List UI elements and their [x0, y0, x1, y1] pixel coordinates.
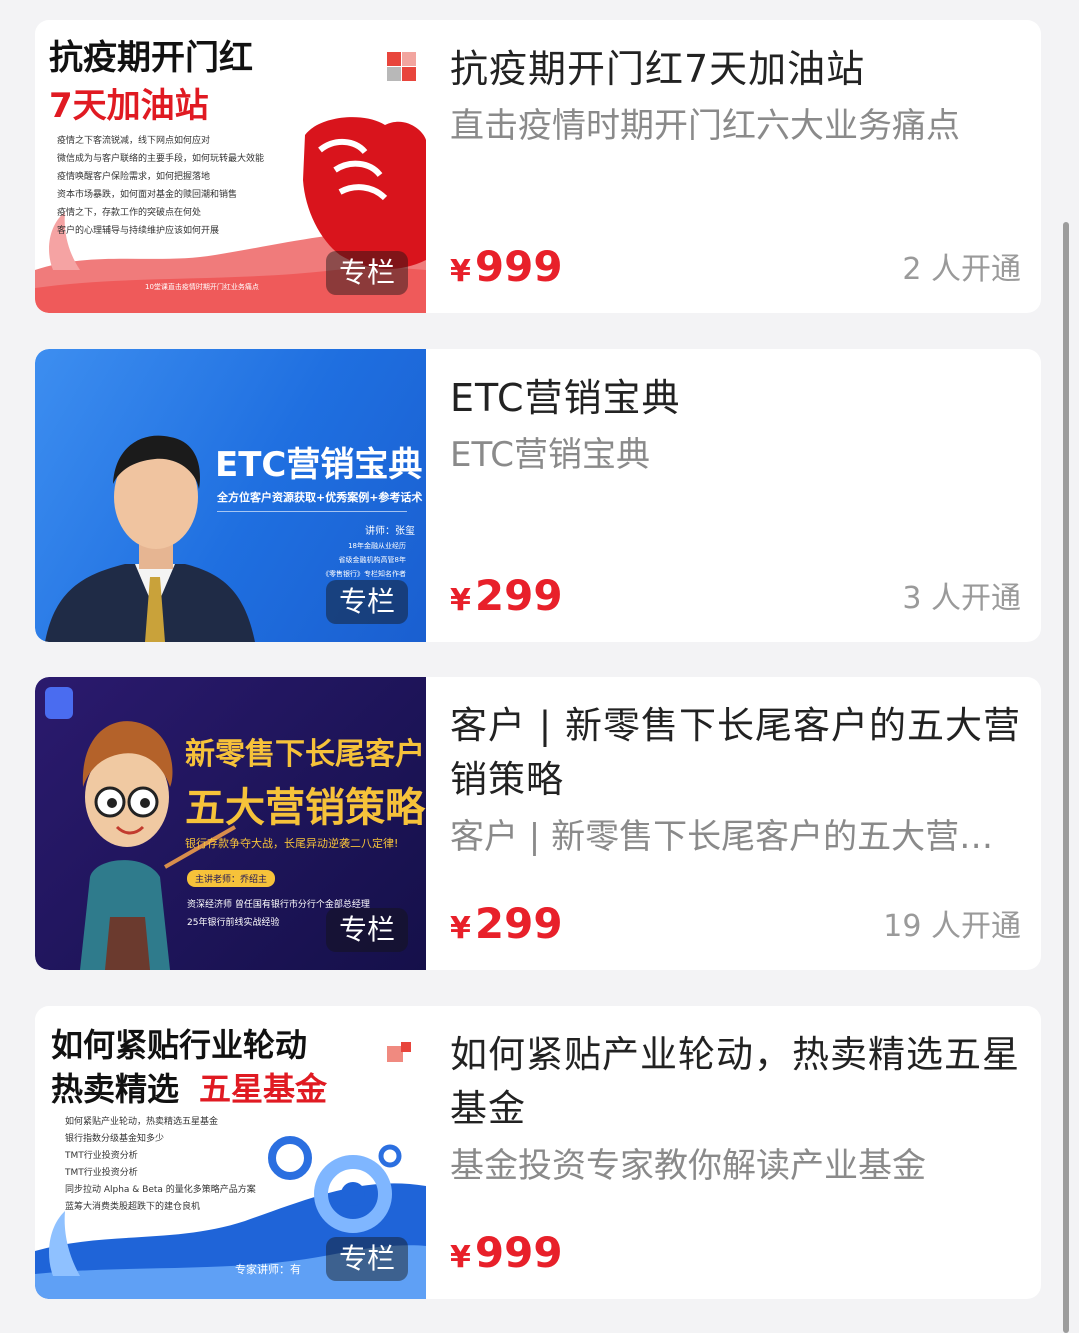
logo-icon: [387, 52, 417, 82]
currency-symbol: ¥: [450, 583, 471, 618]
column-badge: 专栏: [326, 908, 408, 952]
thumb-bullet: 蓝筹大消费类股超跌下的建仓良机: [65, 1202, 201, 1212]
currency-symbol: ¥: [450, 254, 471, 289]
thumb-title-line2a: 热卖精选: [51, 1070, 180, 1108]
course-subtitle: ETC营销宝典: [450, 435, 650, 475]
thumb-bullet: 疫情之下，存款工作的突破点在何处: [57, 208, 202, 218]
course-info: ETC营销宝典 ETC营销宝典 ¥299 3 人开通: [450, 349, 1021, 642]
thumb-bullet: TMT行业投资分析: [65, 1168, 138, 1178]
thumb-line: 18年金融从业经历: [348, 542, 406, 550]
subscriber-count: 3 人开通: [902, 581, 1021, 616]
thumb-heading: ETC营销宝典: [215, 445, 423, 485]
thumb-bullet: TMT行业投资分析: [65, 1151, 138, 1161]
thumb-title-line2: 7天加油站: [49, 86, 209, 126]
thumb-bullet: 疫情唤醒客户保险需求，如何把握落地: [57, 172, 211, 182]
thumb-bullet: 同步拉动 Alpha & Beta 的量化多策略产品方案: [65, 1185, 256, 1195]
course-thumbnail[interactable]: 如何紧贴行业轮动 热卖精选 五星基金 如何紧贴产业轮动，热卖精选五星基金 银行指…: [35, 1006, 426, 1299]
course-title: 客户 | 新零售下长尾客户的五大营销策略: [450, 704, 1021, 801]
logo-icon: [387, 1042, 415, 1064]
course-subtitle: 直击疫情时期开门红六大业务痛点: [450, 106, 960, 146]
course-info: 客户 | 新零售下长尾客户的五大营销策略 客户 | 新零售下长尾客户的五大营… …: [450, 677, 1021, 970]
course-thumbnail[interactable]: ​ 新零售下长尾客户 五大营销策略 银行存款争夺大战，长尾异动逆袭二八定律! 主…: [35, 677, 426, 970]
column-badge: 专栏: [326, 251, 408, 295]
thumb-footer: 10堂课直击疫情时期开门红业务痛点: [145, 283, 259, 291]
course-price: ¥999: [450, 1228, 563, 1283]
course-info: 如何紧贴产业轮动，热卖精选五星基金 基金投资专家教你解读产业基金 ¥999: [450, 1006, 1021, 1299]
thumb-line: 25年银行前线实战经验: [187, 918, 280, 928]
thumb-footer: 专家讲师：有: [235, 1263, 301, 1276]
thumb-title-line2: 五大营销策略: [185, 785, 425, 831]
column-badge: 专栏: [326, 1237, 408, 1281]
thumb-lecturer: 讲师：张玺: [365, 526, 415, 537]
thumb-bullet: 微信成为与客户联络的主要手段，如何玩转最大效能: [57, 154, 265, 164]
thumb-bullets: 疫情之下客流锐减，线下网点如何应对 微信成为与客户联络的主要手段，如何玩转最大效…: [57, 132, 264, 240]
thumb-title-line1: 新零售下长尾客户: [185, 737, 425, 772]
currency-symbol: ¥: [450, 1240, 471, 1275]
course-subtitle: 客户 | 新零售下长尾客户的五大营…: [450, 817, 994, 857]
thumb-bullet: 资本市场暴跌，如何面对基金的赎回潮和销售: [57, 190, 238, 200]
course-card[interactable]: ETC营销宝典 全方位客户资源获取+优秀案例+参考话术 讲师：张玺 18年金融从…: [35, 349, 1041, 642]
price-value: 999: [474, 1228, 563, 1277]
price-value: 299: [474, 571, 563, 620]
thumb-divider: [217, 511, 407, 512]
course-price: ¥299: [450, 899, 563, 954]
thumb-tagline: 银行存款争夺大战，长尾异动逆袭二八定律!: [185, 837, 399, 850]
thumb-bullets: 如何紧贴产业轮动，热卖精选五星基金 银行指数分级基金知多少 TMT行业投资分析 …: [65, 1114, 256, 1216]
course-price: ¥999: [450, 242, 563, 297]
course-card[interactable]: 如何紧贴行业轮动 热卖精选 五星基金 如何紧贴产业轮动，热卖精选五星基金 银行指…: [35, 1006, 1041, 1299]
thumb-title-line1: 如何紧贴行业轮动: [51, 1026, 308, 1064]
thumb-lines: 18年金融从业经历 省级金融机构高管8年 《零售银行》专栏知名作者: [322, 539, 406, 581]
course-thumbnail[interactable]: 抗疫期开门红 7天加油站 疫情之下客流锐减，线下网点如何应对 微信成为与客户联络…: [35, 20, 426, 313]
thumb-line: 《零售银行》专栏知名作者: [322, 570, 406, 578]
course-card[interactable]: 抗疫期开门红 7天加油站 疫情之下客流锐减，线下网点如何应对 微信成为与客户联络…: [35, 20, 1041, 313]
thumb-bullet: 银行指数分级基金知多少: [65, 1134, 165, 1144]
thumb-bullet: 如何紧贴产业轮动，热卖精选五星基金: [65, 1117, 219, 1127]
course-title: 如何紧贴产业轮动，热卖精选五星基金: [450, 1033, 1020, 1130]
course-thumbnail[interactable]: ETC营销宝典 全方位客户资源获取+优秀案例+参考话术 讲师：张玺 18年金融从…: [35, 349, 426, 642]
column-badge: 专栏: [326, 580, 408, 624]
thumb-bullet: 客户的心理辅导与持续维护应该如何开展: [57, 226, 220, 236]
thumb-tagline: 全方位客户资源获取+优秀案例+参考话术: [217, 491, 423, 504]
thumb-line: 省级金融机构高管8年: [338, 556, 406, 564]
course-price: ¥299: [450, 571, 563, 626]
price-value: 299: [474, 899, 563, 948]
thumb-title-line1: 抗疫期开门红: [49, 38, 253, 78]
subscriber-count: 2 人开通: [902, 252, 1021, 287]
price-value: 999: [474, 242, 563, 291]
scrollbar[interactable]: [1063, 222, 1069, 1333]
course-info: 抗疫期开门红7天加油站 直击疫情时期开门红六大业务痛点 ¥999 2 人开通: [450, 20, 1021, 313]
thumb-bullet: 疫情之下客流锐减，线下网点如何应对: [57, 136, 211, 146]
course-subtitle: 基金投资专家教你解读产业基金: [450, 1146, 926, 1186]
thumb-tag: 主讲老师：乔绍主: [187, 870, 276, 887]
subscriber-count: 19 人开通: [883, 909, 1021, 944]
course-title: 抗疫期开门红7天加油站: [450, 47, 866, 91]
course-title: ETC营销宝典: [450, 376, 681, 420]
currency-symbol: ¥: [450, 911, 471, 946]
thumb-title-line2b: 五星基金: [199, 1070, 328, 1108]
course-card[interactable]: ​ 新零售下长尾客户 五大营销策略 银行存款争夺大战，长尾异动逆袭二八定律! 主…: [35, 677, 1041, 970]
